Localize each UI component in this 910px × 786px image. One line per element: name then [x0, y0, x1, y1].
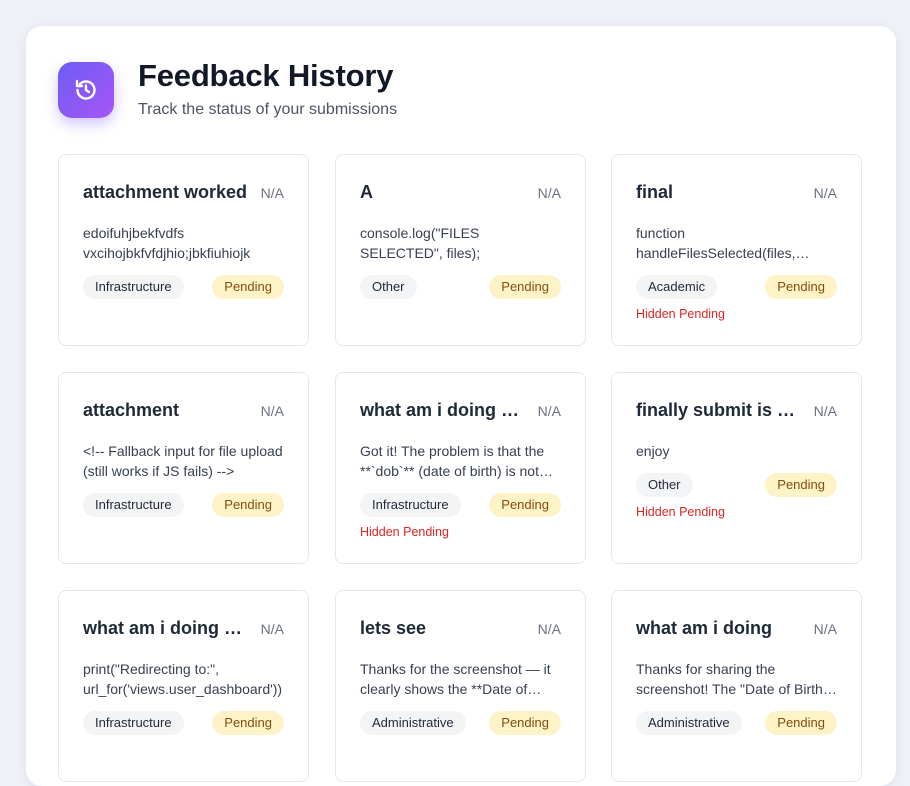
feedback-card[interactable]: what am i doing again N/A print("Redirec…	[58, 590, 309, 782]
feedback-title: final	[636, 182, 674, 202]
feedback-description: <!-- Fallback input for file upload (sti…	[83, 443, 283, 479]
feedback-date: N/A	[537, 185, 561, 201]
feedback-card[interactable]: A N/A console.log("FILES SELECTED", file…	[335, 154, 586, 346]
feedback-card[interactable]: attachment worked N/A edoifuhjbekfvdfs v…	[58, 154, 309, 346]
feedback-date: N/A	[260, 621, 284, 637]
history-icon	[58, 62, 114, 118]
category-tag: Other	[636, 473, 693, 497]
feedback-date: N/A	[813, 185, 837, 201]
feedback-description: function handleFilesSelected(files, inpu…	[636, 225, 796, 261]
feedback-card[interactable]: final N/A function handleFilesSelected(f…	[611, 154, 862, 346]
category-tag: Infrastructure	[83, 493, 184, 517]
category-tag: Infrastructure	[83, 275, 184, 299]
feedback-card[interactable]: attachment N/A <!-- Fallback input for f…	[58, 372, 309, 564]
status-badge: Pending	[212, 711, 284, 735]
status-badge: Pending	[212, 275, 284, 299]
status-badge: Pending	[765, 473, 837, 497]
feedback-date: N/A	[537, 403, 561, 419]
status-badge: Pending	[489, 275, 561, 299]
feedback-card[interactable]: finally submit is done N/A enjoy Other P…	[611, 372, 862, 564]
feedback-description: print("Redirecting to:", url_for('views.…	[83, 661, 283, 697]
page-title: Feedback History	[138, 58, 394, 93]
feedback-title: what am i doing again	[360, 400, 526, 420]
feedback-history-panel: Feedback History Track the status of you…	[26, 26, 896, 786]
feedback-description: edoifuhjbekfvdfs vxcihojbkfvfdjhio;jbkfi…	[83, 225, 251, 261]
feedback-date: N/A	[813, 621, 837, 637]
category-tag: Administrative	[360, 711, 466, 735]
feedback-description: enjoy	[636, 443, 670, 459]
category-tag: Other	[360, 275, 417, 299]
status-badge: Pending	[489, 711, 561, 735]
feedback-title: lets see	[360, 618, 427, 638]
status-badge: Pending	[765, 711, 837, 735]
feedback-date: N/A	[813, 403, 837, 419]
category-tag: Infrastructure	[360, 493, 461, 517]
feedback-title: what am i doing again	[83, 618, 249, 638]
status-badge: Pending	[212, 493, 284, 517]
feedback-card[interactable]: lets see N/A Thanks for the screenshot —…	[335, 590, 586, 782]
feedback-title: attachment	[83, 400, 180, 420]
feedback-card[interactable]: what am i doing N/A Thanks for sharing t…	[611, 590, 862, 782]
category-tag: Academic	[636, 275, 718, 299]
feedback-card[interactable]: what am i doing again N/A Got it! The pr…	[335, 372, 586, 564]
feedback-description: Got it! The problem is that the **`dob`*…	[360, 443, 545, 479]
feedback-description: Thanks for the screenshot — it clearly s…	[360, 661, 551, 697]
page-subtitle: Track the status of your submissions	[138, 101, 398, 118]
feedback-date: N/A	[260, 185, 284, 201]
category-tag: Administrative	[636, 711, 742, 735]
category-tag: Infrastructure	[83, 711, 184, 735]
feedback-title: attachment worked	[83, 182, 248, 202]
feedback-date: N/A	[260, 403, 284, 419]
hidden-status-label: Hidden Pending	[636, 307, 725, 321]
feedback-title: finally submit is done	[636, 400, 802, 420]
hidden-status-label: Hidden Pending	[636, 505, 725, 519]
feedback-date: N/A	[537, 621, 561, 637]
hidden-status-label: Hidden Pending	[360, 525, 449, 539]
feedback-description: Thanks for sharing the screenshot! The "…	[636, 661, 828, 697]
feedback-description: console.log("FILES SELECTED", files);	[360, 225, 481, 261]
status-badge: Pending	[765, 275, 837, 299]
feedback-title: what am i doing	[636, 618, 773, 638]
feedback-title: A	[360, 182, 373, 202]
status-badge: Pending	[489, 493, 561, 517]
